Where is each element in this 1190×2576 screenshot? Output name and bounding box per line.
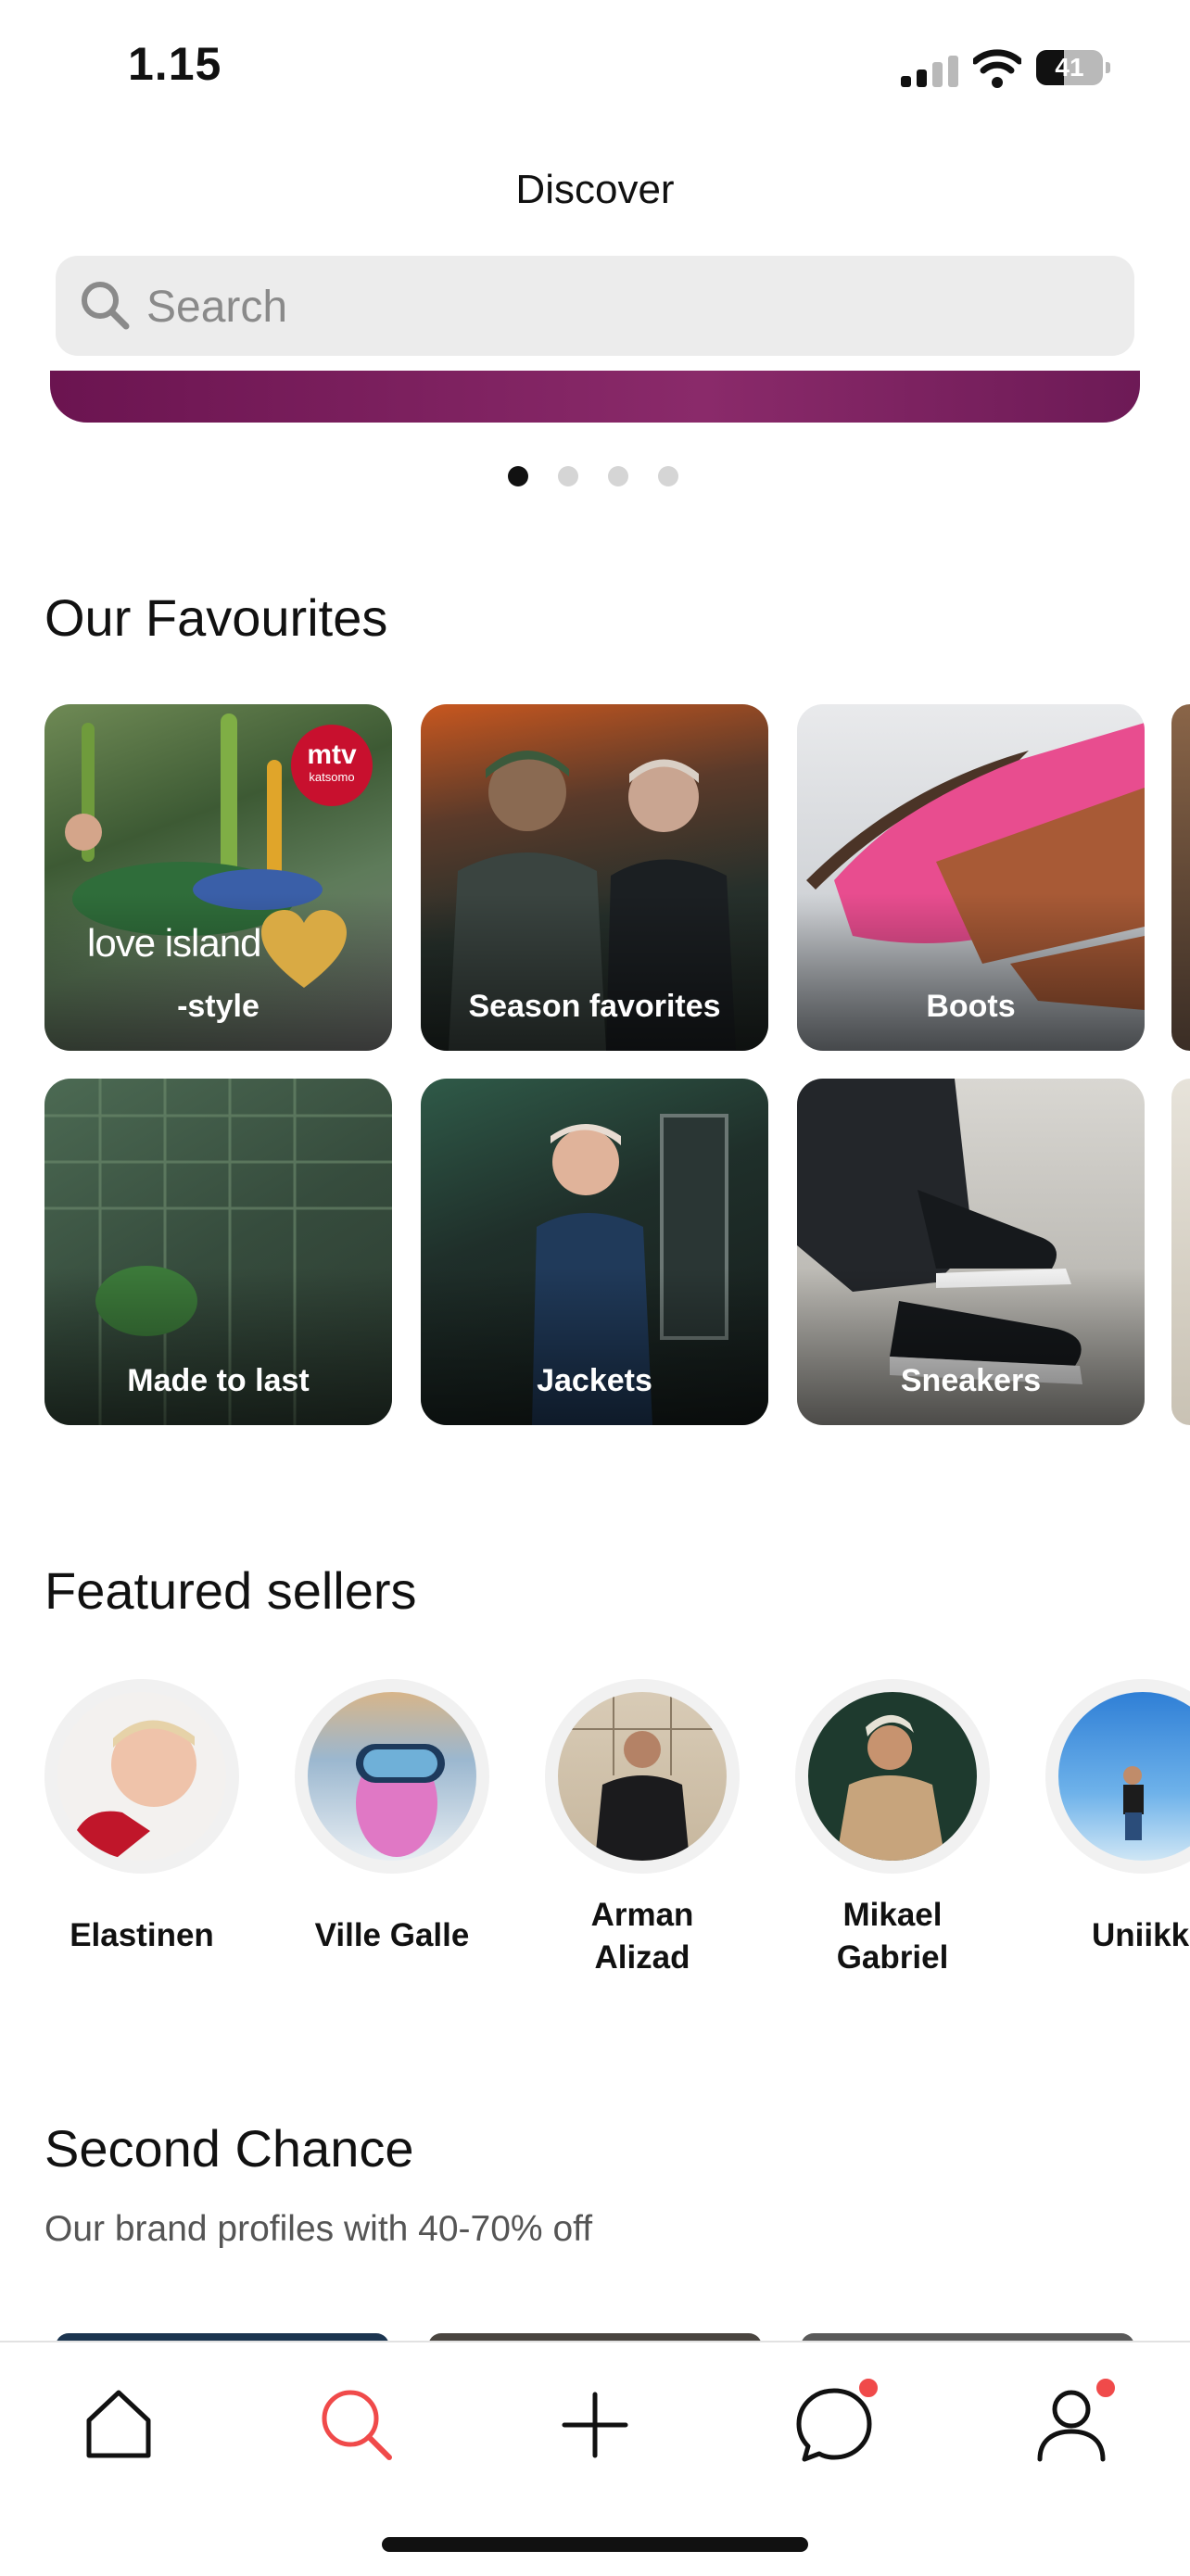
tile-label: Boots	[926, 989, 1016, 1024]
nav-search-button[interactable]	[310, 2378, 402, 2470]
favourite-tile-sneakers[interactable]: Sneakers	[797, 1079, 1145, 1425]
love-island-wordmark: love island	[87, 921, 261, 965]
favourites-title: Our Favourites	[44, 588, 388, 647]
tile-label: Season favorites	[468, 989, 721, 1024]
favourite-tile-peek[interactable]	[1171, 1079, 1190, 1425]
wifi-icon	[973, 49, 1021, 88]
seller-name[interactable]: Ville Galle	[272, 1914, 513, 1957]
favourite-tile-peek[interactable]	[1171, 704, 1190, 1051]
plus-icon	[562, 2392, 628, 2458]
carousel-dot[interactable]	[558, 466, 578, 486]
seller-avatar-ville-galle[interactable]	[295, 1679, 489, 1874]
logo-katsomo: katsomo	[309, 770, 355, 784]
cellular-signal-icon	[901, 56, 958, 87]
promo-banner[interactable]	[50, 371, 1140, 423]
search-input[interactable]	[145, 256, 1094, 358]
battery-icon: 41	[1036, 50, 1110, 85]
favourite-tile-love-island[interactable]: mtv katsomo love island -style	[44, 704, 392, 1051]
seller-avatar-arman-alizad[interactable]	[545, 1679, 740, 1874]
nav-home-button[interactable]	[72, 2378, 165, 2470]
second-chance-title: Second Chance	[44, 2119, 414, 2178]
home-indicator	[382, 2537, 808, 2552]
nav-messages-button[interactable]	[788, 2376, 880, 2470]
favourite-tile-season-favorites[interactable]: Season favorites	[421, 704, 768, 1051]
seller-name[interactable]: Arman Alizad	[522, 1894, 763, 1979]
seller-avatar-elastinen[interactable]	[44, 1679, 239, 1874]
tile-label: Sneakers	[900, 1363, 1042, 1398]
tile-label: Jackets	[537, 1363, 652, 1398]
notification-badge	[1094, 2376, 1118, 2400]
mtv-katsomo-logo: mtv katsomo	[291, 725, 373, 806]
nav-sell-button[interactable]	[549, 2378, 641, 2470]
battery-level: 41	[1055, 53, 1084, 82]
status-time: 1.15	[128, 38, 222, 90]
home-icon	[86, 2390, 151, 2458]
nav-profile-button[interactable]	[1025, 2376, 1118, 2470]
seller-name[interactable]: Mikael Gabriel	[772, 1894, 1013, 1979]
carousel-dot[interactable]	[608, 466, 628, 486]
favourite-tile-made-to-last[interactable]: Made to last	[44, 1079, 392, 1425]
notification-badge	[856, 2376, 880, 2400]
search-icon	[82, 282, 130, 330]
carousel-dot[interactable]	[658, 466, 678, 486]
logo-mtv: mtv	[307, 739, 357, 770]
seller-name[interactable]: Uniikki	[1022, 1914, 1190, 1957]
status-bar: 1.15 41	[0, 0, 1190, 130]
featured-sellers-title: Featured sellers	[44, 1561, 417, 1620]
page-title: Discover	[515, 167, 675, 212]
heart-icon	[261, 910, 347, 988]
search-icon	[322, 2390, 392, 2460]
carousel-dot[interactable]	[508, 466, 528, 486]
second-chance-subtitle: Our brand profiles with 40-70% off	[44, 2209, 593, 2249]
tile-label: -style	[177, 989, 260, 1024]
tile-label: Made to last	[127, 1363, 310, 1398]
seller-name[interactable]: Elastinen	[21, 1914, 262, 1957]
search-bar[interactable]	[56, 256, 1134, 358]
seller-avatar-mikael-gabriel[interactable]	[795, 1679, 990, 1874]
favourite-tile-jackets[interactable]: Jackets	[421, 1079, 768, 1425]
favourite-tile-boots[interactable]: Boots	[797, 704, 1145, 1051]
seller-avatar-uniikki[interactable]	[1045, 1679, 1190, 1874]
